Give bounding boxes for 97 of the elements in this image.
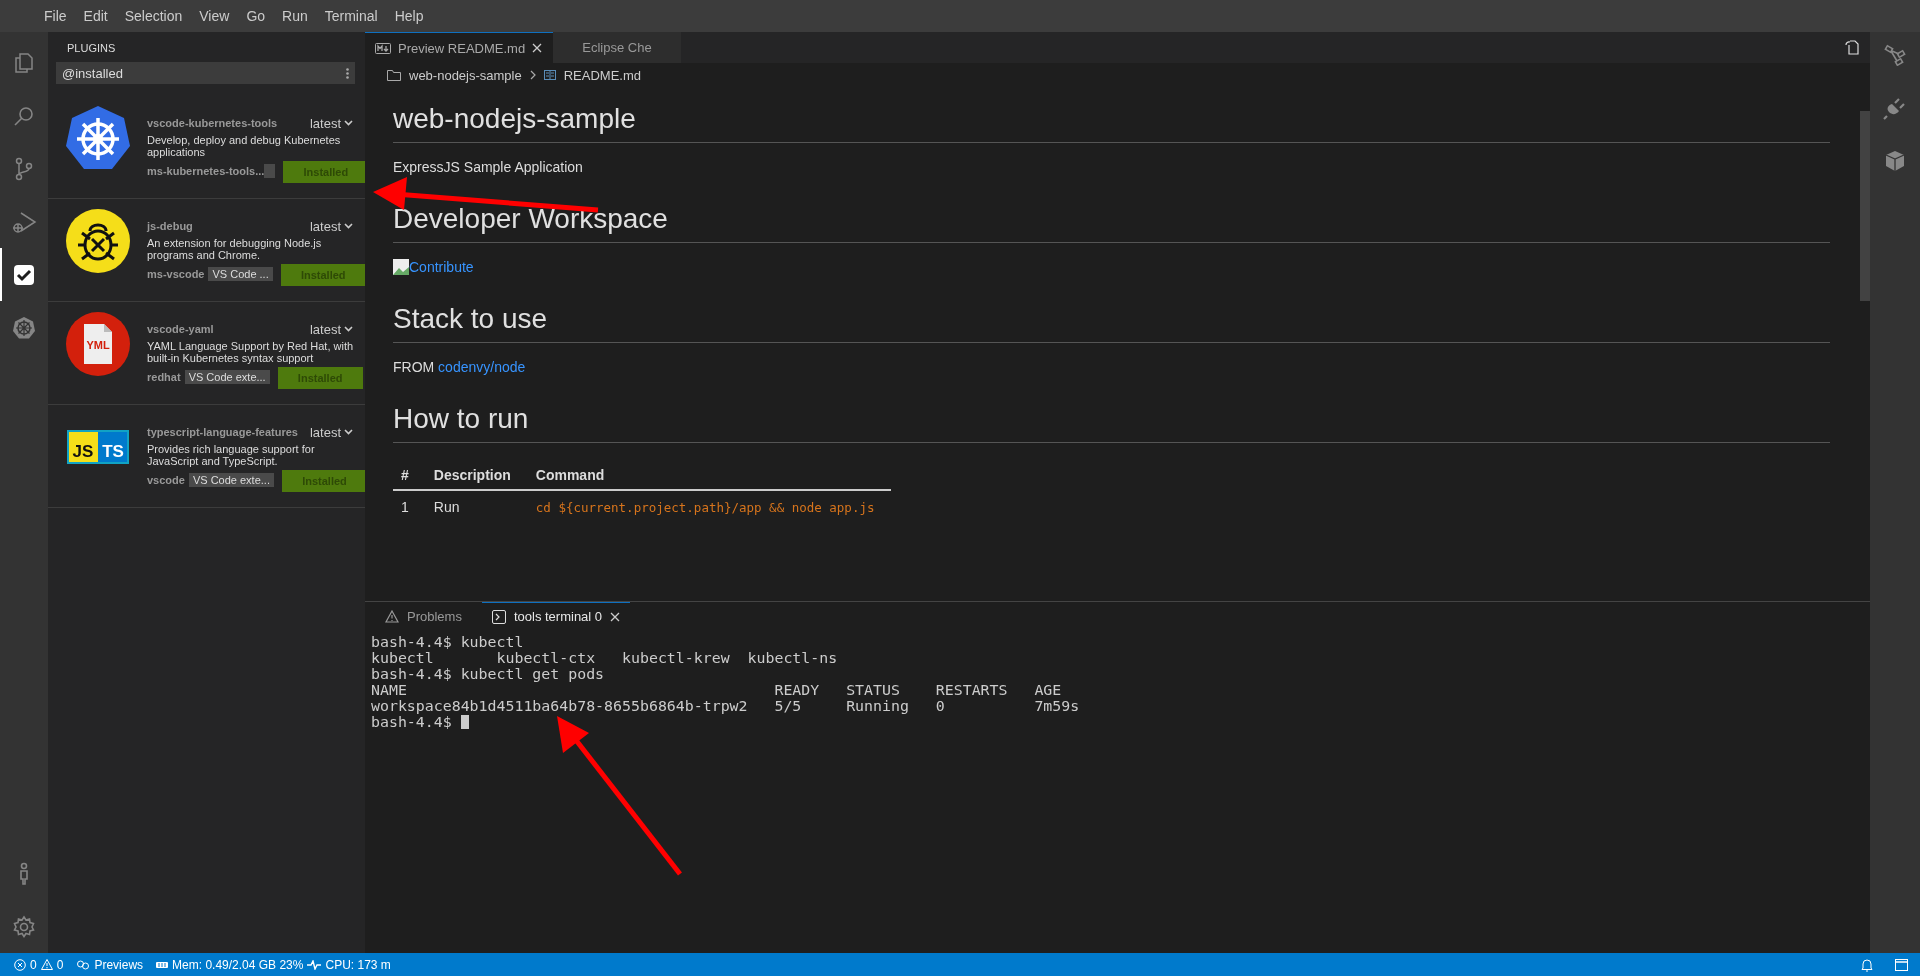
markdown-icon [375, 42, 391, 54]
heading: web-nodejs-sample [393, 87, 1830, 143]
files-icon[interactable] [12, 50, 36, 75]
account-icon[interactable] [17, 861, 31, 886]
editor-tab[interactable]: Eclipse Che [553, 32, 681, 63]
resource-status: Mem: 0.49/2.04 GB 23% CPU: 173 m [156, 957, 391, 972]
table-cell: 1 [393, 490, 426, 523]
menu-item[interactable]: File [36, 8, 76, 24]
checkbox-icon[interactable] [12, 262, 36, 287]
heading: How to run [393, 387, 1830, 443]
panel-title: PLUGINS [66, 41, 117, 56]
nodes-icon[interactable] [1884, 44, 1906, 66]
chevron-icon [344, 120, 353, 126]
menu-item[interactable]: View [191, 8, 239, 24]
terminal-line: bash-4.4$ kubectl [371, 634, 524, 650]
version-dropdown[interactable]: latest [309, 115, 353, 131]
broken-image-icon [393, 259, 409, 275]
panel-tab[interactable]: tools terminal 0 [481, 602, 631, 630]
chevron-icon [344, 326, 353, 332]
menu-item[interactable]: Run [274, 8, 317, 24]
terminal-line: bash-4.4$ kubectl get pods [371, 666, 605, 682]
icon-label: YML [86, 339, 110, 351]
plugin-name: vscode-yaml [147, 323, 214, 335]
bug-icon [66, 209, 130, 273]
menu-item[interactable]: Edit [75, 8, 117, 24]
logo-text: JS [72, 442, 94, 461]
version-dropdown[interactable]: latest [309, 321, 353, 337]
menu-item[interactable]: Selection [116, 8, 192, 24]
link[interactable]: codenvy/node [438, 359, 526, 375]
plugin-description: Develop, deploy and debug Kubernetes applications [147, 133, 342, 158]
terminal-line: bash-4.4$ [371, 714, 452, 730]
plugin-publisher: ms-kubernetes-tools... [147, 164, 265, 179]
plugin-description: An extension for debugging Node.js programs and Chrome. [147, 236, 323, 261]
table-cell: Run [425, 490, 528, 523]
terminal-line: kubectl kubectl-ctx kubectl-krew kubectl-ns [371, 650, 838, 666]
error-icon [14, 958, 26, 971]
menu-item[interactable]: Go [238, 8, 275, 24]
close-icon[interactable] [532, 43, 543, 53]
menu-item[interactable]: Terminal [316, 8, 387, 24]
yaml-file-icon [66, 312, 130, 376]
plugin-name: typescript-language-features [147, 426, 298, 438]
settings-icon[interactable] [12, 914, 36, 939]
breadcrumb-item[interactable]: README.md [563, 67, 642, 83]
close-icon[interactable] [610, 611, 621, 622]
plugin-tag: VS Code exte... [188, 472, 274, 487]
version-dropdown[interactable]: latest [309, 218, 353, 234]
column-header: Command [527, 461, 892, 490]
paragraph: ExpressJS Sample Application [393, 159, 584, 175]
link[interactable]: Contribute [409, 259, 474, 275]
problems-status[interactable]: 0 0 [14, 957, 64, 972]
menu-item[interactable]: Help [386, 8, 433, 24]
heading: Stack to use [393, 287, 1830, 343]
plugin-name: vscode-kubernetes-tools [147, 117, 278, 129]
more-icon[interactable] [346, 67, 349, 79]
pulse-icon [307, 959, 322, 970]
ship-wheel-icon [65, 106, 131, 170]
warning-icon [385, 610, 399, 623]
plugin-tag: VS Code exte... [184, 369, 270, 384]
folder-icon [387, 69, 401, 81]
open-file-icon[interactable] [1844, 39, 1860, 55]
kubernetes-icon[interactable] [12, 315, 36, 340]
previews-status[interactable]: Previews [76, 957, 144, 972]
search-field[interactable]: @installed [56, 62, 355, 84]
table-cell: cd ${current.project.path}/app && node app.js [527, 490, 892, 523]
terminal-icon [491, 609, 506, 624]
scrollbar-thumb[interactable] [1860, 111, 1870, 301]
chevron-icon [344, 429, 353, 435]
column-header: Description [425, 461, 528, 490]
window-icon[interactable] [1895, 958, 1908, 971]
plugin-description: Provides rich language support for JavaScript and TypeScript. [147, 442, 316, 467]
chevron-icon [344, 223, 353, 229]
panel-tab[interactable]: Problems [375, 602, 472, 630]
paragraph: FROM codenvy/node [393, 359, 527, 375]
plugin-description: YAML Language Support by Red Hat, with built-in Kubernetes syntax support [147, 339, 355, 364]
breadcrumb-item[interactable]: web-nodejs-sample [409, 67, 522, 83]
plugin-publisher: redhat [147, 370, 181, 385]
preview-icon [543, 70, 556, 80]
bell-icon[interactable] [1861, 957, 1873, 972]
plugin-name: js-debug [147, 220, 193, 232]
link-icon [76, 959, 91, 970]
cube-icon[interactable] [1884, 150, 1906, 172]
chevron-right-icon [529, 70, 536, 80]
plugin-publisher: ms-vscode [147, 267, 205, 282]
editor-tab[interactable]: Preview README.md [365, 32, 553, 63]
run-debug-icon[interactable] [11, 209, 37, 234]
plug-icon[interactable] [1883, 96, 1907, 120]
column-header: # [393, 461, 426, 490]
terminal-line: NAME READY STATUS RESTARTS AGE [371, 682, 1062, 698]
plugin-publisher: vscode [147, 473, 185, 488]
version-dropdown[interactable]: latest [309, 424, 353, 440]
memory-icon [156, 961, 169, 968]
cursor [460, 715, 469, 729]
logo-background [67, 430, 129, 464]
terminal-line: workspace84b1d4511ba64b78-8655b6864b-trpw2 5/5 Running 0 7m59s [371, 698, 1080, 714]
warning-icon [40, 959, 53, 970]
logo-text: TS [102, 442, 124, 461]
plugin-tag: VS Code ... [208, 266, 273, 281]
